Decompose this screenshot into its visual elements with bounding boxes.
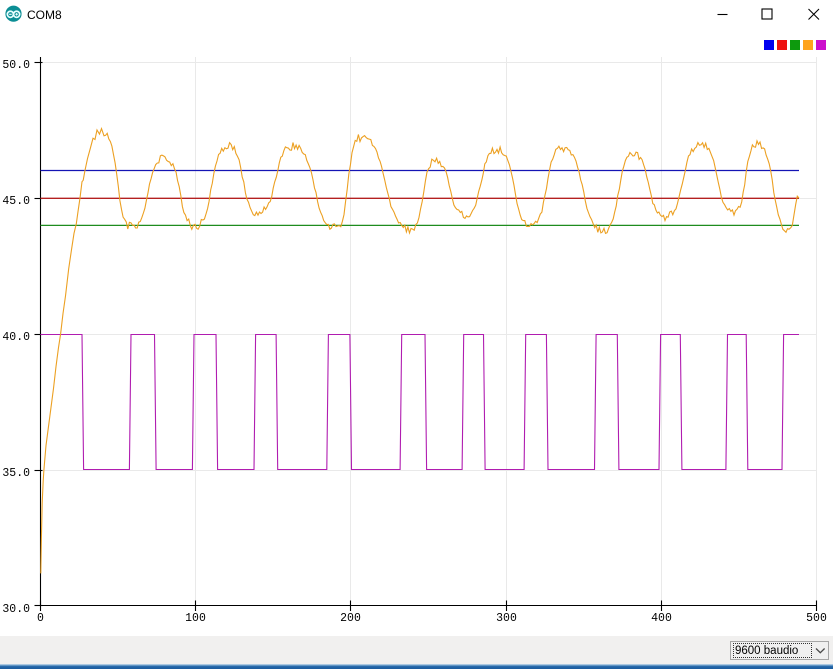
svg-text:200: 200 <box>340 612 361 625</box>
svg-text:400: 400 <box>651 612 672 625</box>
svg-text:40.0: 40.0 <box>2 331 30 344</box>
svg-text:45.0: 45.0 <box>2 195 30 208</box>
svg-text:35.0: 35.0 <box>2 467 30 480</box>
svg-text:100: 100 <box>185 612 206 625</box>
svg-text:300: 300 <box>496 612 517 625</box>
svg-text:50.0: 50.0 <box>2 59 30 72</box>
svg-text:500: 500 <box>806 612 827 625</box>
svg-text:30.0: 30.0 <box>2 603 30 616</box>
svg-text:0: 0 <box>37 612 44 625</box>
